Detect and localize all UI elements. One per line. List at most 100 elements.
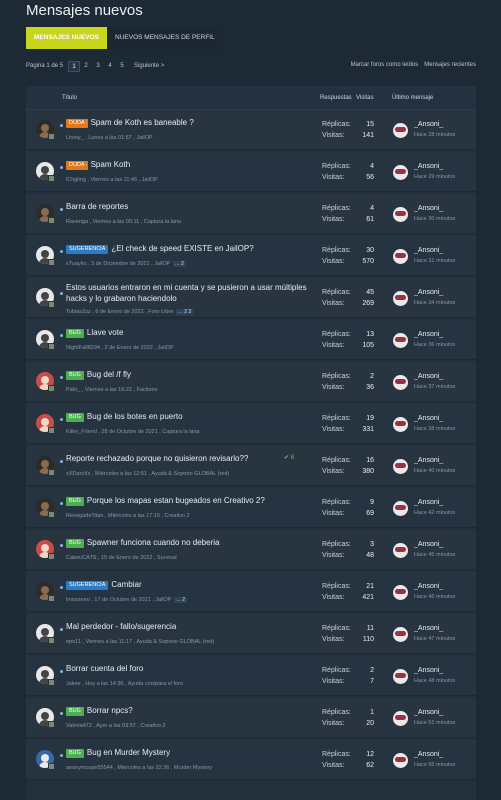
last-post-time[interactable]: Hace 31 minutos <box>414 258 455 264</box>
last-poster-name[interactable]: _Ansoni_ <box>414 373 443 380</box>
thread-title-text[interactable]: Estos usuarios entraron en mi cuenta y s… <box>66 283 307 303</box>
thread-prefix[interactable]: DUDA <box>66 161 88 170</box>
thread-row[interactable]: BUG Llave vote NightFall8294 , 2 de Enero… <box>26 320 476 360</box>
thread-prefix[interactable]: BUG <box>66 539 84 548</box>
thread-row[interactable]: DUDA Spam de Koth es baneable ? Linety_ ,… <box>26 110 476 150</box>
last-poster-name[interactable]: _Ansoni_ <box>414 709 443 716</box>
thread-prefix[interactable]: BUG <box>66 749 84 758</box>
last-poster-avatar[interactable] <box>393 585 408 600</box>
thread-title-text[interactable]: Spawner funciona cuando no deberia <box>87 538 220 547</box>
last-poster-avatar[interactable] <box>393 333 408 348</box>
last-post-time[interactable]: Hace 48 minutos <box>414 678 455 684</box>
last-poster-name[interactable]: _Ansoni_ <box>414 625 443 632</box>
last-post-time[interactable]: Hace 37 minutos <box>414 384 455 390</box>
thread-row[interactable]: Barra de reportes Ravenga , Viernes a la… <box>26 194 476 234</box>
last-poster-avatar[interactable] <box>393 207 408 222</box>
thread-title-text[interactable]: ¿El check de speed EXISTE en JailOP? <box>111 244 253 253</box>
thread-prefix[interactable]: BUG <box>66 371 84 380</box>
last-post-time[interactable]: Hace 28 minutos <box>414 132 455 138</box>
last-poster-name[interactable]: _Ansoni_ <box>414 331 443 338</box>
last-poster-avatar[interactable] <box>393 711 408 726</box>
thread-title[interactable]: BUG Bug de los botes en puerto <box>66 411 316 422</box>
last-poster-avatar[interactable] <box>393 249 408 264</box>
last-poster-name[interactable]: _Ansoni_ <box>414 583 443 590</box>
page-link-3[interactable]: 3 <box>92 61 104 72</box>
thread-row[interactable]: BUG Porque los mapas estan bugeados en Cr… <box>26 488 476 528</box>
last-poster-avatar[interactable] <box>393 375 408 390</box>
last-post-time[interactable]: Hace 29 minutos <box>414 174 455 180</box>
thread-title[interactable]: Mal perdedor - fallo/sugerencia <box>66 621 316 632</box>
last-post-time[interactable]: Hace 45 minutos <box>414 552 455 558</box>
mark-forums-read-link[interactable]: Marcar foros como leídos <box>351 62 419 68</box>
thread-prefix[interactable]: SUGERENCIA <box>66 581 109 590</box>
thread-title[interactable]: Estos usuarios entraron en mi cuenta y s… <box>66 282 316 304</box>
column-last-post[interactable]: Último mensaje <box>392 95 433 101</box>
next-page-link[interactable]: Siguiente > <box>134 63 164 69</box>
last-poster-avatar[interactable] <box>393 501 408 516</box>
page-link-4[interactable]: 4 <box>104 61 116 72</box>
thread-title-text[interactable]: Spam de Koth es baneable ? <box>91 118 194 127</box>
thread-title-text[interactable]: Bug de los botes en puerto <box>87 412 183 421</box>
thread-title[interactable]: SUGERENCIA ¿El check de speed EXISTE en J… <box>66 243 316 254</box>
thread-title[interactable]: BUG Bug del /f fly <box>66 369 316 380</box>
thread-prefix[interactable]: BUG <box>66 413 84 422</box>
thread-title-text[interactable]: Porque los mapas estan bugeados en Creat… <box>87 496 265 505</box>
last-poster-name[interactable]: _Ansoni_ <box>414 163 443 170</box>
last-poster-name[interactable]: _Ansoni_ <box>414 499 443 506</box>
thread-title-text[interactable]: Bug en Murder Mystery <box>87 748 170 757</box>
last-post-time[interactable]: Hace 30 minutos <box>414 216 455 222</box>
thread-prefix[interactable]: SUGERENCIA <box>66 245 109 254</box>
last-post-time[interactable]: Hace 34 minutos <box>414 300 455 306</box>
column-title[interactable]: Título <box>62 95 77 101</box>
thread-row[interactable]: BUG Bug en Murder Mystery anonymouse55544… <box>26 740 476 780</box>
thread-title-text[interactable]: Borrar cuenta del foro <box>66 664 143 673</box>
thread-row[interactable]: SUGERENCIA Cambiar lmoozeeo , 17 de Octub… <box>26 572 476 612</box>
last-poster-avatar[interactable] <box>393 669 408 684</box>
thread-title-text[interactable]: Mal perdedor - fallo/sugerencia <box>66 622 176 631</box>
last-poster-avatar[interactable] <box>393 543 408 558</box>
thread-row[interactable]: Borrar cuenta del foro Jakee , Hoy a las… <box>26 656 476 696</box>
last-poster-name[interactable]: _Ansoni_ <box>414 667 443 674</box>
last-poster-avatar[interactable] <box>393 417 408 432</box>
last-poster-name[interactable]: _Ansoni_ <box>414 751 443 758</box>
thread-title[interactable]: Reporte rechazado porque no quisieron re… <box>66 453 316 464</box>
last-post-time[interactable]: Hace 55 minutos <box>414 762 455 768</box>
thread-title[interactable]: DUDA Spam de Koth es baneable ? <box>66 117 316 128</box>
last-post-time[interactable]: Hace 51 minutos <box>414 720 455 726</box>
thread-row[interactable]: SUGERENCIA ¿El check de speed EXISTE en J… <box>26 236 476 276</box>
thread-title[interactable]: BUG Spawner funciona cuando no deberia <box>66 537 316 548</box>
thread-title-text[interactable]: Barra de reportes <box>66 202 128 211</box>
last-post-time[interactable]: Hace 42 minutos <box>414 510 455 516</box>
column-views[interactable]: Visitas <box>356 95 374 101</box>
thread-prefix[interactable]: BUG <box>66 329 84 338</box>
last-post-time[interactable]: Hace 36 minutos <box>414 342 455 348</box>
thread-row[interactable]: Reporte rechazado porque no quisieron re… <box>26 446 476 486</box>
last-poster-avatar[interactable] <box>393 459 408 474</box>
recent-posts-link[interactable]: Mensajes recientes <box>424 62 476 68</box>
thread-title[interactable]: BUG Llave vote <box>66 327 316 338</box>
thread-title-text[interactable]: Cambiar <box>111 580 141 589</box>
last-poster-avatar[interactable] <box>393 165 408 180</box>
thread-title-text[interactable]: Llave vote <box>87 328 123 337</box>
last-poster-avatar[interactable] <box>393 291 408 306</box>
thread-title[interactable]: Borrar cuenta del foro <box>66 663 316 674</box>
last-poster-avatar[interactable] <box>393 753 408 768</box>
thread-title[interactable]: DUDA Spam Koth <box>66 159 316 170</box>
last-poster-name[interactable]: _Ansoni_ <box>414 205 443 212</box>
thread-title-text[interactable]: Bug del /f fly <box>87 370 131 379</box>
thread-prefix[interactable]: BUG <box>66 707 84 716</box>
thread-title[interactable]: BUG Borrar npcs? <box>66 705 316 716</box>
column-replies[interactable]: Respuestas <box>320 95 352 101</box>
last-poster-avatar[interactable] <box>393 123 408 138</box>
thread-prefix[interactable]: BUG <box>66 497 84 506</box>
thread-title-text[interactable]: Borrar npcs? <box>87 706 133 715</box>
thread-row[interactable]: BUG Bug de los botes en puerto Killer_Fri… <box>26 404 476 444</box>
last-poster-name[interactable]: _Ansoni_ <box>414 541 443 548</box>
tab-new-profile-posts[interactable]: NUEVOS MENSAJES DE PERFIL <box>107 27 223 49</box>
last-poster-name[interactable]: _Ansoni_ <box>414 289 443 296</box>
last-post-time[interactable]: Hace 47 minutos <box>414 636 455 642</box>
thread-row[interactable]: Estos usuarios entraron en mi cuenta y s… <box>26 278 476 318</box>
last-poster-name[interactable]: _Ansoni_ <box>414 121 443 128</box>
page-link-2[interactable]: 2 <box>80 61 92 72</box>
tab-new-posts[interactable]: MENSAJES NUEVOS <box>26 27 108 49</box>
